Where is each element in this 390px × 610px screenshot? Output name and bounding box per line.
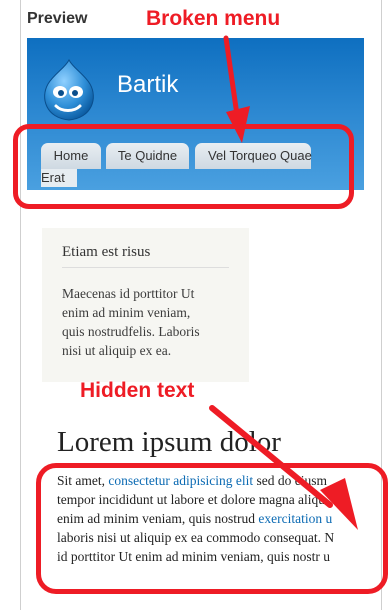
broken-menu-label: Broken menu	[146, 7, 281, 30]
block-body-line: enim ad minim veniam,	[62, 305, 191, 320]
sidebar-block: Etiam est risus Maecenas id porttitor Ut…	[42, 228, 249, 382]
drupal-logo-icon[interactable]	[40, 58, 98, 122]
block-body: Maecenas id porttitor Ut enim ad minim v…	[62, 284, 238, 360]
preview-label: Preview	[27, 10, 88, 27]
hidden-text-label: Hidden text	[80, 379, 195, 402]
block-divider	[62, 267, 229, 268]
block-title: Etiam est risus	[62, 244, 151, 260]
hidden-text-highlight	[36, 463, 388, 594]
broken-menu-highlight	[13, 124, 354, 209]
block-body-line: nisi ut aliquip ex ea.	[62, 343, 172, 358]
preview-frame-left-border	[20, 0, 21, 610]
content-title: Lorem ipsum dolor	[57, 426, 281, 458]
block-body-line: quis nostrudfelis. Laboris	[62, 324, 200, 339]
site-name[interactable]: Bartik	[117, 71, 178, 99]
block-body-line: Maecenas id porttitor Ut	[62, 286, 195, 301]
